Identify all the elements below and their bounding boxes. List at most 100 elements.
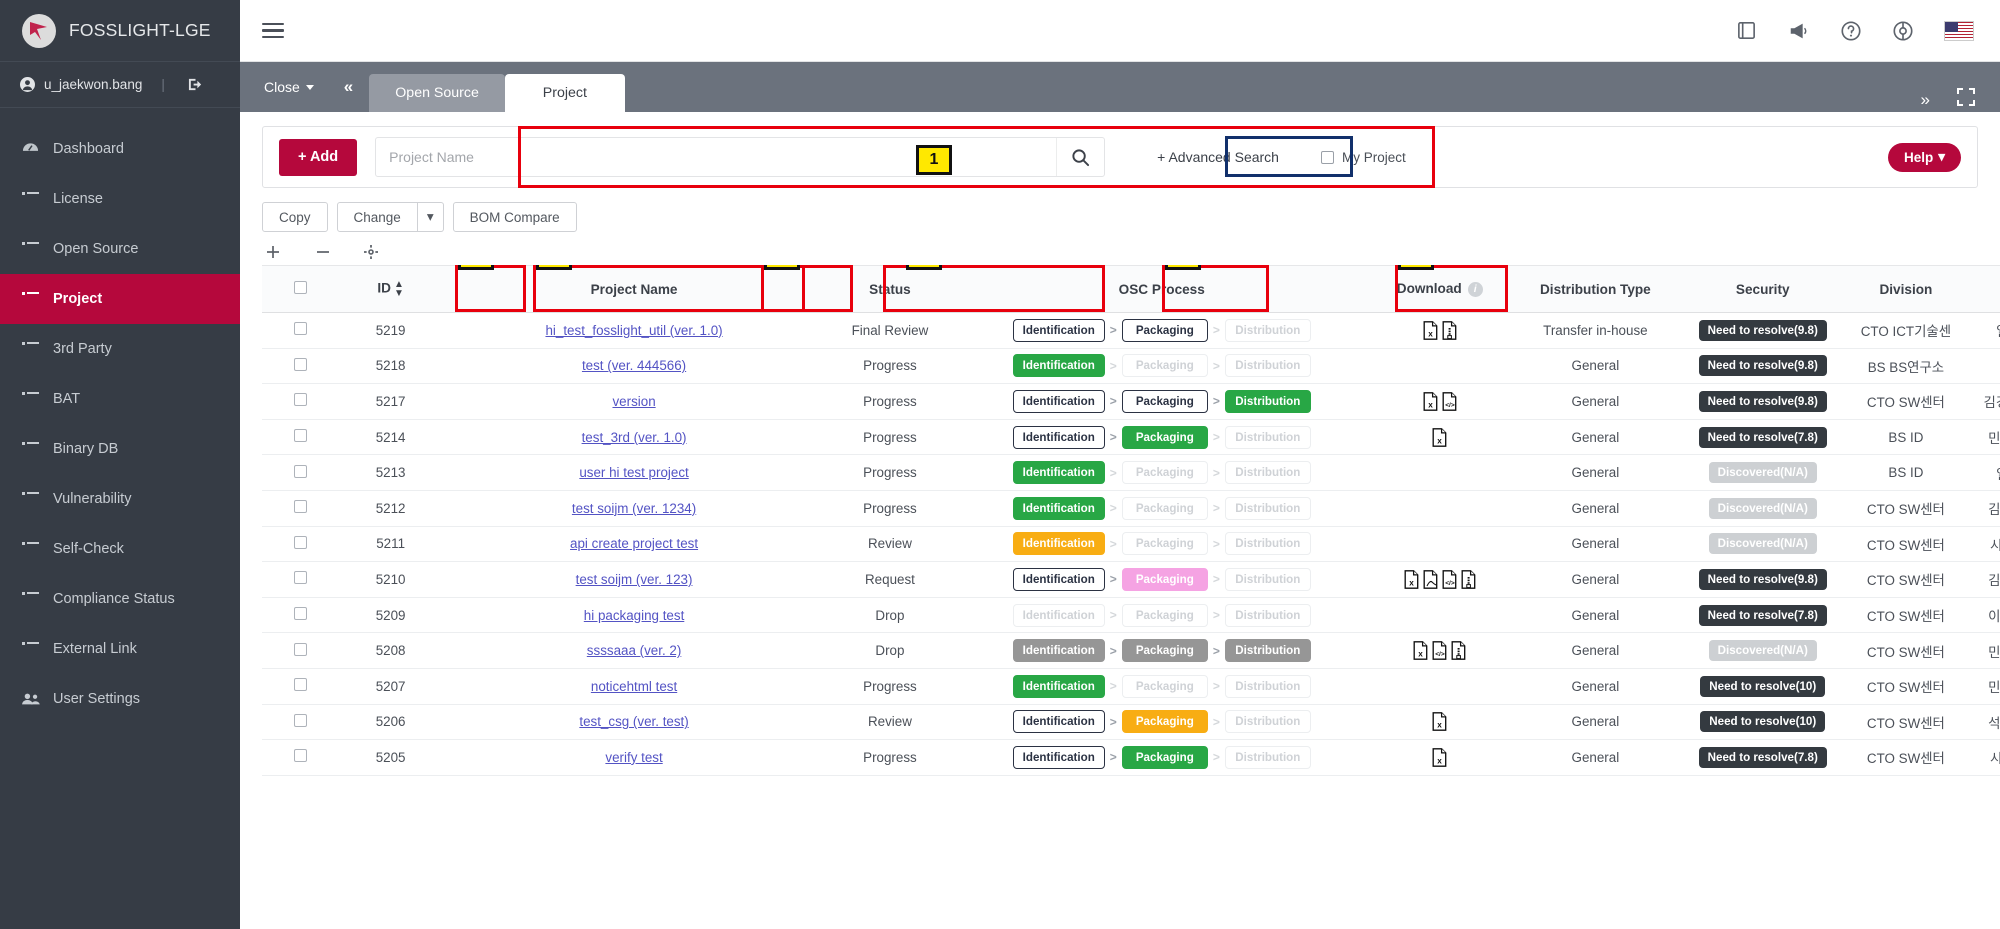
- row-checkbox[interactable]: [293, 357, 307, 371]
- sidebar-item-compliance-status[interactable]: Compliance Status: [0, 574, 240, 624]
- row-checkbox-cell[interactable]: [262, 490, 339, 527]
- cell-security[interactable]: Need to resolve(9.8): [1679, 312, 1846, 349]
- us-flag-icon[interactable]: [1944, 20, 1974, 41]
- osc-step-identification[interactable]: Identification: [1012, 603, 1105, 627]
- osc-step-identification[interactable]: Identification: [1012, 496, 1105, 520]
- cell-project-name[interactable]: test (ver. 444566): [443, 348, 825, 385]
- row-checkbox-cell[interactable]: [262, 597, 339, 634]
- security-badge[interactable]: Discovered(N/A): [1708, 462, 1817, 484]
- project-link[interactable]: noticehtml test: [591, 679, 677, 694]
- download-excel-icon[interactable]: x: [1432, 712, 1447, 732]
- cell-download[interactable]: [1368, 668, 1511, 705]
- project-link[interactable]: hi_test_fosslight_util (ver. 1.0): [545, 323, 722, 338]
- table-row[interactable]: 5205 verify test Progress Identification > Pa…: [262, 739, 2000, 776]
- cell-security[interactable]: Need to resolve(10): [1679, 704, 1846, 741]
- sidebar-item-external-link[interactable]: External Link: [0, 624, 240, 674]
- add-project-button[interactable]: + Add: [279, 138, 358, 176]
- table-row[interactable]: 5207 noticehtml test Progress Identificatio…: [262, 668, 2000, 705]
- cell-download[interactable]: [1368, 454, 1511, 491]
- cell-security[interactable]: Need to resolve(9.8): [1679, 348, 1846, 385]
- row-checkbox[interactable]: [293, 749, 307, 763]
- download-zip-icon[interactable]: [1451, 641, 1466, 661]
- project-link[interactable]: version: [612, 394, 655, 409]
- osc-step-packaging[interactable]: Packaging: [1121, 710, 1208, 734]
- osc-step-identification[interactable]: Identification: [1012, 710, 1105, 734]
- row-checkbox-cell[interactable]: [262, 561, 339, 598]
- megaphone-icon[interactable]: [1788, 20, 1810, 42]
- sidebar-item-open-source[interactable]: Open Source: [0, 224, 240, 274]
- security-badge[interactable]: Need to resolve(9.8): [1698, 568, 1827, 590]
- osc-step-identification[interactable]: Identification: [1012, 425, 1105, 449]
- osc-step-packaging[interactable]: Packaging: [1121, 389, 1208, 413]
- osc-step-packaging[interactable]: Packaging: [1121, 639, 1208, 663]
- osc-step-packaging[interactable]: Packaging: [1121, 745, 1208, 769]
- download-code-icon[interactable]: </>: [1442, 392, 1457, 411]
- security-badge[interactable]: Need to resolve(9.8): [1698, 319, 1827, 341]
- osc-step-packaging[interactable]: Packaging: [1121, 567, 1208, 591]
- table-row[interactable]: 5217 version Progress Identification > Packag…: [262, 383, 2000, 420]
- brand[interactable]: FOSSLIGHT-LGE: [0, 0, 240, 62]
- cell-security[interactable]: Discovered(N/A): [1679, 526, 1846, 563]
- download-excel-icon[interactable]: x: [1413, 641, 1428, 661]
- cell-download[interactable]: x </>: [1368, 383, 1511, 420]
- security-badge[interactable]: Need to resolve(10): [1700, 675, 1826, 697]
- cell-security[interactable]: Need to resolve(7.8): [1679, 739, 1846, 776]
- bom-compare-button[interactable]: BOM Compare: [452, 202, 577, 232]
- download-excel-icon[interactable]: x: [1432, 427, 1447, 447]
- column-creator[interactable]: Creator: [1966, 265, 2000, 313]
- column-status[interactable]: Status: [824, 265, 955, 313]
- cell-project-name[interactable]: noticehtml test: [443, 668, 825, 705]
- osc-step-distribution[interactable]: Distribution: [1224, 639, 1311, 663]
- security-badge[interactable]: Need to resolve(7.8): [1698, 604, 1827, 626]
- osc-step-packaging[interactable]: Packaging: [1121, 425, 1208, 449]
- osc-step-distribution[interactable]: Distribution: [1224, 532, 1311, 556]
- row-checkbox-cell[interactable]: [262, 383, 339, 420]
- table-row[interactable]: 5212 test soijm (ver. 1234) Progress Identi…: [262, 490, 2000, 527]
- osc-step-distribution[interactable]: Distribution: [1224, 567, 1311, 591]
- settings-gear-icon[interactable]: [1892, 20, 1914, 42]
- download-pdf-icon[interactable]: [1423, 570, 1438, 589]
- table-row[interactable]: 5206 test_csg (ver. test) Review Identifica…: [262, 704, 2000, 741]
- security-badge[interactable]: Need to resolve(7.8): [1698, 426, 1827, 448]
- book-icon[interactable]: [1736, 20, 1758, 42]
- help-question-icon[interactable]: [1840, 20, 1862, 42]
- select-all-checkbox[interactable]: [293, 281, 307, 294]
- table-row[interactable]: 5210 test soijm (ver. 123) Request Identifi…: [262, 561, 2000, 598]
- cell-security[interactable]: Discovered(N/A): [1679, 490, 1846, 527]
- cell-download[interactable]: x: [1368, 704, 1511, 741]
- osc-step-distribution[interactable]: Distribution: [1224, 603, 1311, 627]
- cell-security[interactable]: Need to resolve(7.8): [1679, 597, 1846, 634]
- magnifier-icon[interactable]: [1056, 138, 1104, 176]
- security-badge[interactable]: Need to resolve(7.8): [1698, 746, 1827, 768]
- cell-download[interactable]: [1368, 597, 1511, 634]
- security-badge[interactable]: Need to resolve(9.8): [1698, 355, 1827, 377]
- table-row[interactable]: 5211 api create project test Review Identif…: [262, 526, 2000, 563]
- sidebar-item-user-settings[interactable]: User Settings: [0, 674, 240, 724]
- table-row[interactable]: 5218 test (ver. 444566) Progress Identifica…: [262, 348, 2000, 385]
- hamburger-menu-icon[interactable]: [262, 22, 284, 39]
- row-checkbox-cell[interactable]: [262, 632, 339, 669]
- download-code-icon[interactable]: </>: [1442, 570, 1457, 589]
- cell-security[interactable]: Need to resolve(9.8): [1679, 561, 1846, 598]
- security-badge[interactable]: Need to resolve(9.8): [1698, 390, 1827, 412]
- row-checkbox[interactable]: [293, 642, 307, 656]
- cell-project-name[interactable]: api create project test: [443, 526, 825, 563]
- table-row[interactable]: 5214 test_3rd (ver. 1.0) Progress Identific…: [262, 419, 2000, 456]
- security-badge[interactable]: Need to resolve(10): [1700, 711, 1826, 733]
- row-checkbox-cell[interactable]: [262, 739, 339, 776]
- download-excel-icon[interactable]: x: [1423, 320, 1438, 340]
- table-row[interactable]: 5208 ssssaaa (ver. 2) Drop Identification > P…: [262, 632, 2000, 669]
- osc-step-identification[interactable]: Identification: [1012, 639, 1105, 663]
- column-id[interactable]: ID ▲ ▼: [338, 265, 444, 313]
- osc-step-packaging[interactable]: Packaging: [1121, 354, 1208, 378]
- osc-step-identification[interactable]: Identification: [1012, 461, 1105, 485]
- change-button[interactable]: Change: [336, 202, 418, 232]
- row-checkbox[interactable]: [293, 322, 307, 336]
- download-zip-icon[interactable]: [1442, 320, 1457, 340]
- logout-icon[interactable]: [188, 77, 203, 92]
- cell-project-name[interactable]: test_3rd (ver. 1.0): [443, 419, 825, 456]
- row-checkbox-cell[interactable]: [262, 668, 339, 705]
- tab-open-source[interactable]: Open Source: [369, 74, 505, 112]
- osc-step-distribution[interactable]: Distribution: [1224, 745, 1311, 769]
- table-row[interactable]: 5219 hi_test_fosslight_util (ver. 1.0) Fin…: [262, 312, 2000, 349]
